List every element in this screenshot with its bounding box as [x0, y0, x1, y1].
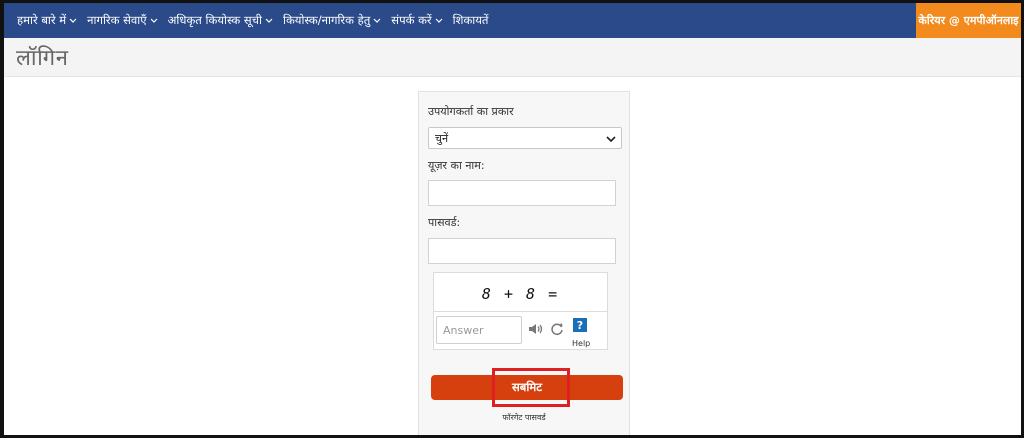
page-frame: हमारे बारे में नागरिक सेवाएँ अधिकृत कियो…	[0, 0, 1024, 438]
career-button[interactable]: केरियर @ एमपीऑनलाइ	[916, 3, 1021, 38]
nav-item-label: अधिकृत कियोस्क सूची	[167, 13, 262, 27]
nav-item-citizen-services[interactable]: नागरिक सेवाएँ	[87, 13, 158, 28]
nav-item-label: शिकायतें	[452, 13, 489, 27]
help-icon[interactable]: ?	[573, 318, 587, 332]
page-title-bar: लॉगिन	[4, 38, 1021, 77]
captcha-box: 8 + 8 = Answer ? Help	[433, 272, 608, 350]
chevron-down-icon	[69, 18, 77, 24]
help-label: Help	[572, 339, 591, 348]
nav-item-about[interactable]: हमारे बारे में	[17, 13, 77, 28]
top-navbar: हमारे बारे में नागरिक सेवाएँ अधिकृत कियो…	[4, 3, 1021, 38]
nav-item-label: हमारे बारे में	[17, 13, 67, 27]
chevron-down-icon	[606, 133, 616, 146]
chevron-down-icon	[265, 18, 273, 24]
username-input[interactable]	[428, 180, 616, 206]
user-type-select[interactable]: चुनें	[428, 127, 622, 149]
nav-item-kiosk-list[interactable]: अधिकृत कियोस्क सूची	[168, 13, 273, 28]
refresh-icon[interactable]	[550, 321, 564, 340]
nav-item-label: नागरिक सेवाएँ	[87, 13, 147, 27]
password-label: पासवर्ड:	[428, 216, 461, 229]
chevron-down-icon	[435, 18, 443, 24]
chevron-down-icon	[150, 18, 158, 24]
user-type-selected-value: चुनें	[435, 131, 449, 145]
nav-item-label: कियोस्क/नागरिक हेतु	[282, 13, 371, 27]
speaker-icon[interactable]	[528, 321, 544, 340]
nav-item-kiosk-citizen[interactable]: कियोस्क/नागरिक हेतु	[283, 13, 381, 28]
captcha-expression: 8 + 8 =	[481, 285, 560, 303]
page-title: लॉगिन	[16, 46, 69, 71]
user-type-label: उपयोगकर्ता का प्रकार	[428, 105, 514, 118]
username-label: यूज़र का नाम:	[428, 159, 485, 172]
password-input[interactable]	[428, 238, 616, 264]
captcha-divider	[434, 311, 607, 312]
nav-item-contact[interactable]: संपर्क करें	[391, 13, 443, 28]
forgot-password-link[interactable]: फॉरगेट पासवर्ड	[419, 412, 629, 423]
chevron-down-icon	[373, 18, 381, 24]
captcha-answer-input[interactable]: Answer	[436, 316, 522, 344]
nav-item-complaints[interactable]: शिकायतें	[453, 13, 489, 28]
submit-highlight-box	[492, 368, 570, 407]
nav-item-label: संपर्क करें	[391, 13, 432, 27]
